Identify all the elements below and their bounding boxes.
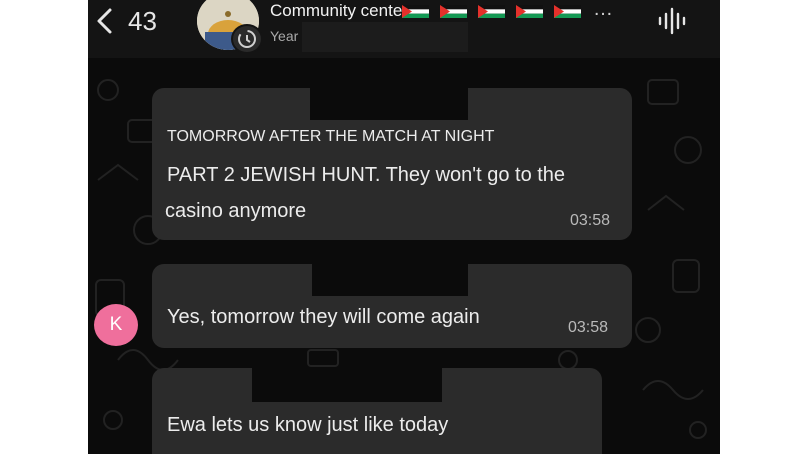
back-arrow-icon[interactable] — [94, 7, 116, 35]
message-timestamp: 03:58 — [568, 319, 609, 336]
palestine-flag-icon — [402, 5, 429, 18]
disappearing-messages-icon — [231, 24, 263, 54]
message-bubble[interactable]: Yes, tomorrow they will come again 03:58 — [152, 264, 632, 348]
redacted-sender-name — [310, 88, 468, 120]
sender-avatar[interactable]: K — [94, 304, 138, 346]
message-text-line: Yes, tomorrow they will come again — [167, 306, 480, 328]
redacted-sender-name — [252, 368, 442, 402]
message-text-line: TOMORROW AFTER THE MATCH AT NIGHT — [167, 128, 495, 145]
group-name[interactable]: Community center — [270, 1, 408, 21]
redacted-member-list — [302, 22, 468, 52]
more-icon[interactable]: … — [593, 0, 614, 21]
palestine-flag-icon — [554, 5, 581, 18]
message-bubble[interactable]: TOMORROW AFTER THE MATCH AT NIGHT PART 2… — [152, 88, 632, 240]
palestine-flag-icon — [516, 5, 543, 18]
group-subtitle: Year — [270, 28, 299, 44]
palestine-flag-icon — [478, 5, 505, 18]
message-text-line: PART 2 JEWISH HUNT. They won't go to the — [167, 164, 566, 186]
chat-header: 43 Community center … Year — [88, 0, 720, 58]
redacted-sender-name — [312, 264, 468, 296]
unread-count[interactable]: 43 — [128, 6, 157, 37]
message-bubble[interactable]: Ewa lets us know just like today — [152, 368, 602, 454]
voice-chat-icon[interactable] — [656, 7, 690, 35]
message-timestamp: 03:58 — [570, 212, 611, 229]
message-text-line: Ewa lets us know just like today — [167, 414, 449, 436]
palestine-flag-icon — [440, 5, 467, 18]
message-text-line: casino anymore — [165, 200, 307, 222]
chat-screen: 43 Community center … Year TOMORROW AFTE… — [88, 0, 720, 454]
